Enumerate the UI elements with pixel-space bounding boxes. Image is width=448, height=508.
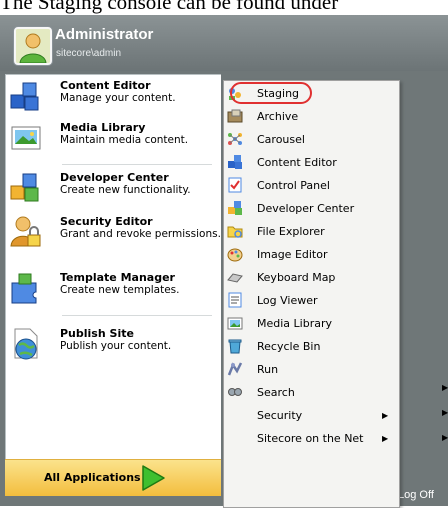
pinned-item-title: Template Manager [60, 271, 175, 284]
divider [62, 315, 212, 316]
submenu-item-label: Security [257, 409, 303, 422]
pinned-item-desc: Create new templates. [60, 284, 180, 296]
staging-highlight-ring [230, 82, 312, 104]
submenu-item-media-library[interactable]: Media Library [224, 313, 399, 335]
log-off-button[interactable]: Log Off [398, 489, 434, 501]
pinned-item-title: Content Editor [60, 79, 151, 92]
all-applications-label: All Applications [44, 471, 141, 484]
all-applications-submenu: Staging Archive Carousel Content Editor … [223, 80, 400, 508]
submenu-item-run[interactable]: Run [224, 359, 399, 381]
pinned-apps-pane: Content Editor Manage your content. Medi… [5, 74, 223, 496]
control-panel-icon [227, 177, 243, 193]
submenu-item-file-explorer[interactable]: File Explorer [224, 221, 399, 243]
pinned-item-title: Media Library [60, 121, 146, 134]
submenu-item-label: Search [257, 386, 295, 399]
pinned-item-content-editor[interactable]: Content Editor Manage your content. [6, 79, 222, 115]
menu-header: Administrator sitecore\admin [0, 15, 448, 71]
security-editor-icon [9, 215, 43, 249]
content-editor-icon [227, 154, 243, 170]
recycle-bin-icon [227, 338, 243, 354]
submenu-item-label: Control Panel [257, 179, 330, 192]
file-explorer-icon [227, 223, 243, 239]
play-arrow-icon [142, 465, 165, 491]
submenu-item-recycle-bin[interactable]: Recycle Bin [224, 336, 399, 358]
submenu-arrow-icon: ▶ [442, 408, 448, 417]
pinned-item-security-editor[interactable]: Security Editor Grant and revoke permiss… [6, 215, 222, 263]
pinned-item-title: Developer Center [60, 171, 169, 184]
submenu-arrow-icon: ▶ [382, 434, 389, 443]
user-account: sitecore\admin [56, 48, 122, 59]
submenu-item-archive[interactable]: Archive [224, 106, 399, 128]
caption-text: The Staging console can be found under [0, 0, 339, 14]
submenu-item-content-editor[interactable]: Content Editor [224, 152, 399, 174]
search-icon [227, 384, 243, 400]
submenu-arrow-icon: ▶ [442, 433, 448, 442]
submenu-item-control-panel[interactable]: Control Panel [224, 175, 399, 197]
submenu-item-log-viewer[interactable]: Log Viewer [224, 290, 399, 312]
pinned-item-developer-center[interactable]: Developer Center Create new functionalit… [6, 171, 222, 207]
developer-center-icon [9, 171, 43, 205]
submenu-item-keyboard-map[interactable]: Keyboard Map [224, 267, 399, 289]
all-applications-button[interactable]: All Applications [5, 459, 221, 496]
pinned-item-desc: Grant and revoke permissions. [60, 228, 221, 240]
submenu-item-label: Run [257, 363, 279, 376]
image-editor-icon [227, 246, 243, 262]
pinned-item-media-library[interactable]: Media Library Maintain media content. [6, 121, 222, 157]
divider [62, 164, 212, 165]
pinned-item-desc: Manage your content. [60, 92, 176, 104]
content-editor-icon [9, 79, 43, 113]
submenu-item-image-editor[interactable]: Image Editor [224, 244, 399, 266]
submenu-item-security[interactable]: Security ▶ [224, 405, 399, 427]
submenu-arrow-icon: ▶ [382, 411, 389, 420]
submenu-item-carousel[interactable]: Carousel [224, 129, 399, 151]
submenu-item-label: Archive [257, 110, 299, 123]
publish-site-icon [9, 327, 43, 361]
media-library-icon [9, 121, 43, 155]
submenu-item-search[interactable]: Search [224, 382, 399, 404]
pinned-item-title: Security Editor [60, 215, 153, 228]
developer-center-icon [227, 200, 243, 216]
submenu-item-label: File Explorer [257, 225, 325, 238]
run-icon [227, 361, 243, 377]
keyboard-map-icon [227, 269, 243, 285]
submenu-item-label: Image Editor [257, 248, 328, 261]
user-avatar-icon [16, 29, 50, 63]
media-library-icon [227, 315, 243, 331]
submenu-item-label: Log Viewer [257, 294, 318, 307]
submenu-item-label: Developer Center [257, 202, 355, 215]
pinned-item-desc: Publish your content. [60, 340, 172, 352]
submenu-item-label: Media Library [257, 317, 332, 330]
submenu-item-sitecore-on-the-net[interactable]: Sitecore on the Net ▶ [224, 428, 399, 450]
submenu-item-label: Sitecore on the Net [257, 432, 364, 445]
pinned-item-title: Publish Site [60, 327, 134, 340]
user-avatar [14, 27, 52, 65]
pinned-item-template-manager[interactable]: Template Manager Create new templates. [6, 271, 222, 307]
submenu-item-label: Recycle Bin [257, 340, 321, 353]
submenu-item-label: Carousel [257, 133, 305, 146]
carousel-icon [227, 131, 243, 147]
log-viewer-icon [227, 292, 243, 308]
submenu-item-label: Content Editor [257, 156, 337, 169]
pinned-item-desc: Create new functionality. [60, 184, 191, 196]
archive-icon [227, 108, 243, 124]
user-name: Administrator [55, 26, 154, 43]
pinned-item-publish-site[interactable]: Publish Site Publish your content. [6, 327, 222, 367]
pinned-item-desc: Maintain media content. [60, 134, 189, 146]
submenu-item-label: Keyboard Map [257, 271, 336, 284]
submenu-arrow-icon: ▶ [442, 383, 448, 392]
submenu-item-developer-center[interactable]: Developer Center [224, 198, 399, 220]
template-manager-icon [9, 271, 43, 305]
